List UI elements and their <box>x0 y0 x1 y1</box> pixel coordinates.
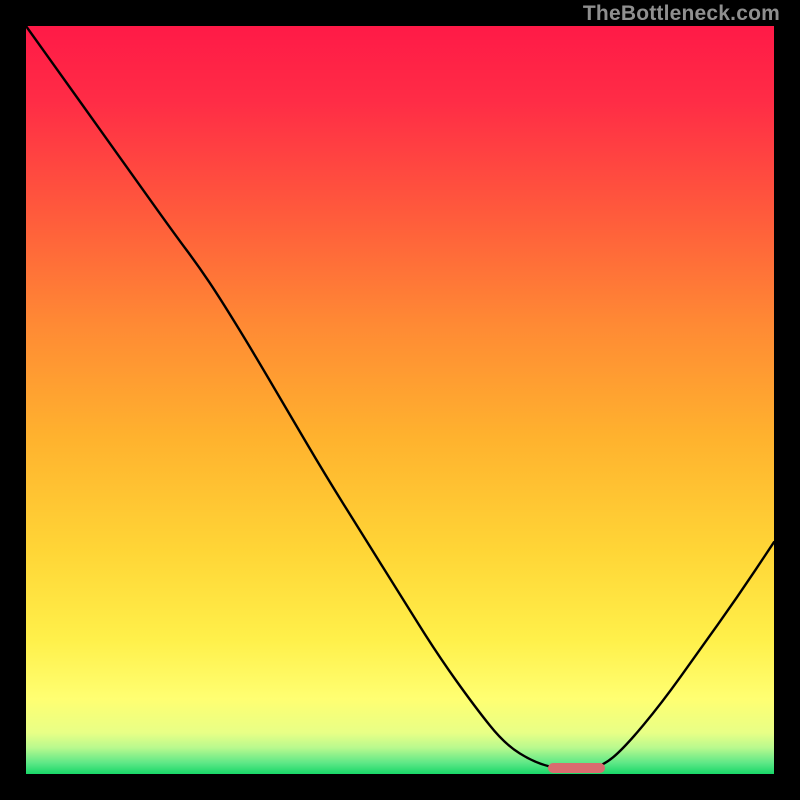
optimal-range-marker <box>548 763 605 773</box>
watermark-text: TheBottleneck.com <box>583 2 780 26</box>
bottleneck-curve <box>26 26 774 774</box>
chart-stage: TheBottleneck.com <box>0 0 800 800</box>
plot-area <box>26 26 774 774</box>
